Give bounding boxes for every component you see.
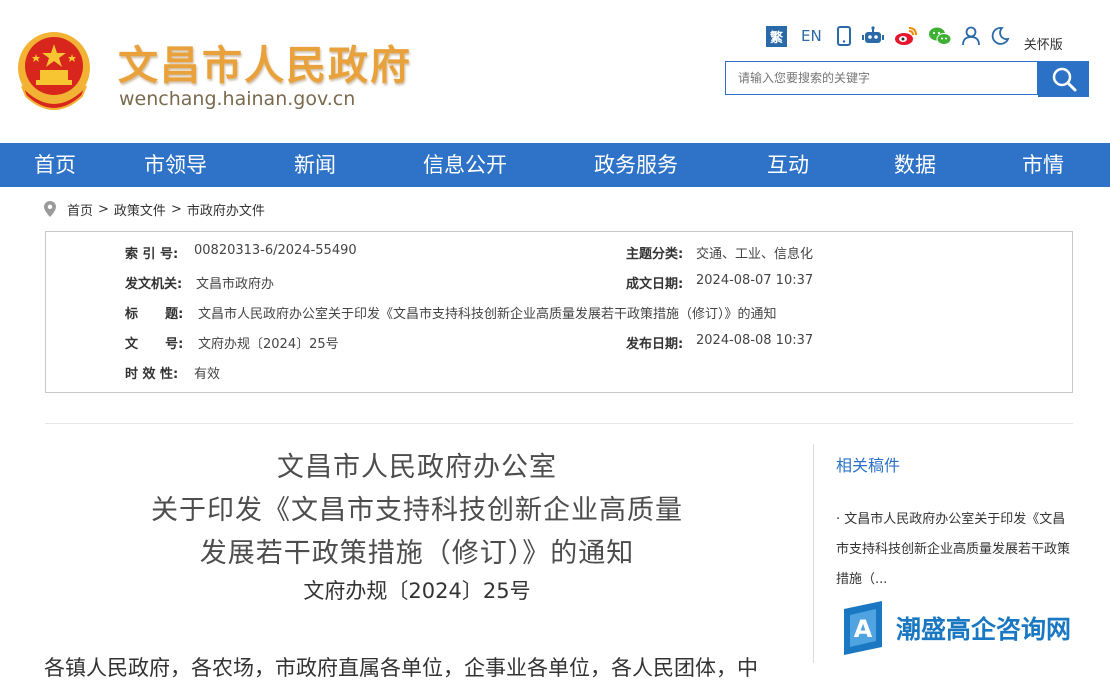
location-pin-icon	[44, 201, 56, 217]
validity-value: 有效	[194, 367, 221, 382]
topic-value: 交通、工业、信息化	[696, 247, 814, 262]
article-title-line-3: 发展若干政策措施（修订）》的通知	[199, 538, 635, 569]
article-doc-number: 文府办规〔2024〕25号	[303, 579, 531, 603]
created-date-value: 2024-08-07 10:37	[696, 273, 814, 288]
related-articles-title: 相关稿件	[836, 456, 901, 475]
breadcrumb-separator: >	[170, 201, 182, 217]
weibo-icon[interactable]	[894, 26, 918, 46]
validity-label: 时 效 性:	[125, 367, 179, 382]
nav-item-city-info[interactable]: 市情	[1022, 143, 1064, 187]
robot-icon[interactable]	[861, 26, 884, 46]
user-icon[interactable]	[961, 26, 980, 46]
nav-item-gov-services[interactable]: 政务服务	[594, 143, 678, 187]
national-emblem-icon	[18, 32, 90, 110]
search-icon	[1052, 67, 1076, 92]
watermark-logo-icon: A	[844, 601, 882, 655]
svg-text:A: A	[854, 615, 873, 643]
related-article-link[interactable]: · 文昌市人民政府办公室关于印发《文昌市支持科技创新企业高质量发展若干政策措施（…	[836, 505, 1076, 595]
breadcrumb-home[interactable]: 首页	[67, 200, 93, 219]
wechat-icon[interactable]	[928, 26, 952, 46]
created-date-label: 成文日期:	[626, 277, 684, 292]
breadcrumb-city-gov-office-files[interactable]: 市政府办文件	[187, 200, 265, 219]
care-mode-link[interactable]: 关怀版	[1024, 34, 1063, 53]
breadcrumb-policy-files[interactable]: 政策文件	[114, 200, 166, 219]
published-date-label: 发布日期:	[626, 337, 684, 352]
breadcrumb-separator: >	[98, 201, 109, 217]
document-meta-box: 索 引 号: 00820313-6/2024-55490 主题分类: 交通、工业…	[45, 231, 1073, 393]
nav-item-data[interactable]: 数据	[894, 143, 936, 187]
nav-item-news[interactable]: 新闻	[294, 143, 336, 187]
doc-number-label: 文 号:	[125, 337, 184, 352]
traditional-chinese-toggle[interactable]: 繁	[766, 25, 787, 47]
index-value: 00820313-6/2024-55490	[194, 243, 357, 258]
watermark: A 潮盛高企咨询网	[840, 598, 1071, 658]
watermark-text: 潮盛高企咨询网	[896, 615, 1072, 644]
issuer-value: 文昌市政府办	[196, 277, 275, 292]
english-toggle[interactable]: EN	[801, 27, 822, 45]
article-body-text: 各镇人民政府，各农场，市政府直属各单位，企事业各单位，各人民团体，中	[44, 656, 758, 680]
main-nav: 首页 市领导 新闻 信息公开 政务服务 互动 数据 市情	[0, 143, 1110, 187]
site-title[interactable]: 文昌市人民政府	[118, 33, 412, 91]
title-value: 文昌市人民政府办公室关于印发《文昌市支持科技创新企业高质量发展若干政策措施（修订…	[198, 307, 777, 322]
site-header: 文昌市人民政府 wenchang.hainan.gov.cn 繁 EN 关怀版	[0, 0, 1110, 143]
nav-item-home[interactable]: 首页	[34, 143, 76, 187]
mobile-icon[interactable]	[836, 26, 852, 46]
search-input[interactable]	[725, 61, 1038, 95]
index-label: 索 引 号:	[125, 247, 179, 262]
nav-item-leaders[interactable]: 市领导	[144, 143, 207, 187]
section-divider	[45, 423, 1073, 424]
nav-item-info-disclosure[interactable]: 信息公开	[423, 143, 507, 187]
sidebar-divider	[813, 444, 814, 663]
topic-label: 主题分类:	[626, 247, 684, 262]
article-title-line-2: 关于印发《文昌市支持科技创新企业高质量	[151, 495, 683, 526]
header-tools: 繁 EN 关怀版	[766, 22, 1073, 53]
nav-item-interaction[interactable]: 互动	[767, 143, 809, 187]
search-button[interactable]	[1038, 61, 1089, 97]
doc-number-value: 文府办规〔2024〕25号	[198, 337, 339, 352]
moon-icon[interactable]	[990, 26, 1010, 46]
article-title-line-1: 文昌市人民政府办公室	[277, 452, 557, 483]
published-date-value: 2024-08-08 10:37	[696, 333, 814, 348]
breadcrumb: 首页 > 政策文件 > 市政府办文件	[44, 199, 269, 219]
issuer-label: 发文机关:	[125, 277, 183, 292]
site-url: wenchang.hainan.gov.cn	[119, 88, 356, 110]
title-label: 标 题:	[125, 307, 184, 322]
